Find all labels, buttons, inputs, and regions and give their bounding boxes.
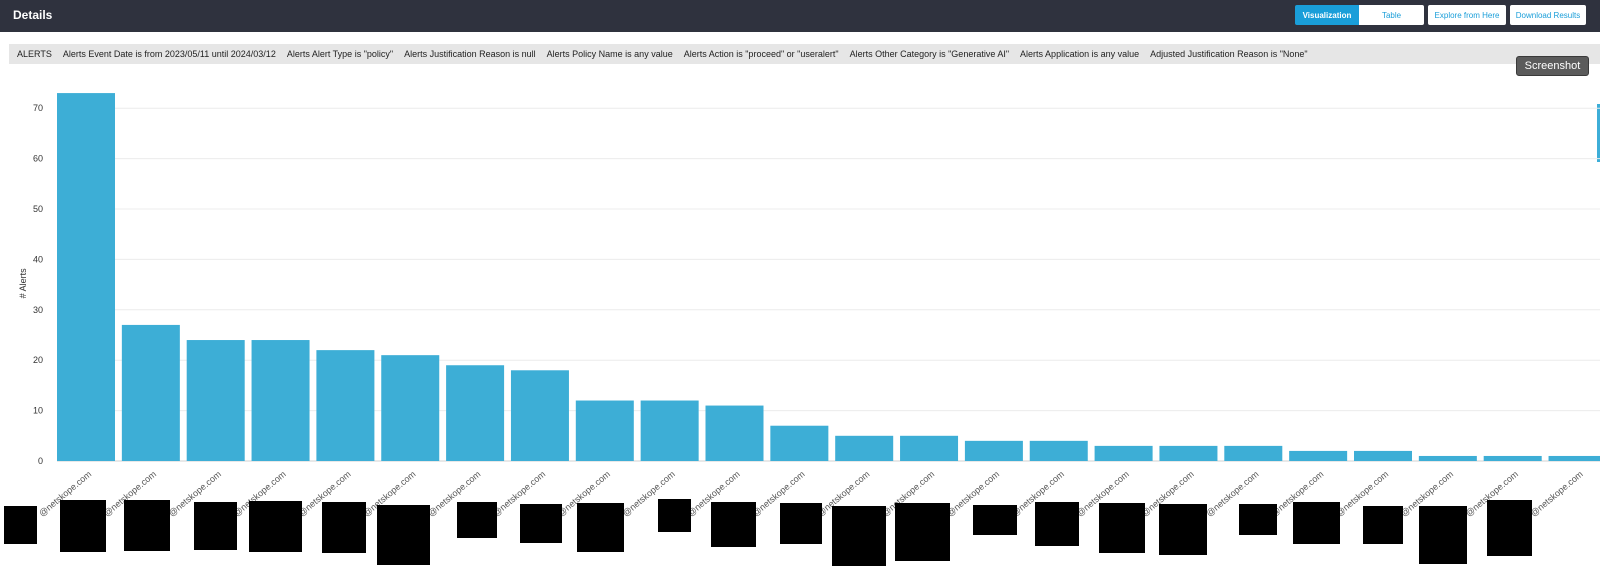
filter-application: Alerts Application is any value — [1020, 49, 1140, 59]
visualization-tab-button[interactable]: Visualization — [1295, 5, 1359, 25]
bar[interactable] — [1094, 445, 1153, 461]
redaction-block — [1159, 504, 1207, 555]
bar[interactable] — [964, 440, 1023, 461]
redaction-block — [1035, 502, 1079, 546]
bar[interactable] — [446, 365, 505, 461]
redaction-block — [124, 500, 170, 551]
y-tick-label: 40 — [33, 254, 43, 264]
download-results-button[interactable]: Download Results — [1510, 5, 1586, 25]
redaction-block — [60, 500, 106, 552]
y-tick-label: 0 — [38, 456, 43, 466]
bar[interactable] — [121, 324, 180, 461]
redaction-block — [711, 502, 756, 547]
redaction-block — [973, 505, 1017, 535]
y-tick-label: 10 — [33, 406, 43, 416]
header-bar: Details Visualization Table Explore from… — [0, 0, 1600, 32]
redaction-block — [658, 499, 691, 532]
bar[interactable] — [1159, 445, 1218, 461]
redaction-block — [577, 503, 624, 552]
bar[interactable] — [900, 435, 959, 461]
filter-event-date: Alerts Event Date is from 2023/05/11 unt… — [62, 49, 276, 59]
redaction-block — [4, 506, 37, 544]
bar[interactable] — [316, 350, 375, 461]
bar[interactable] — [510, 370, 569, 461]
bar[interactable] — [575, 400, 634, 461]
filter-summary-bar: ALERTS Alerts Event Date is from 2023/05… — [9, 44, 1600, 64]
redaction-block — [1419, 506, 1467, 564]
page-title: Details — [13, 8, 53, 22]
bar[interactable] — [381, 355, 440, 461]
y-tick-label: 70 — [33, 103, 43, 113]
bar[interactable] — [251, 340, 310, 461]
filter-justification-reason: Alerts Justification Reason is null — [404, 49, 536, 59]
bar[interactable] — [1289, 450, 1348, 461]
bar[interactable] — [1483, 455, 1542, 461]
redaction-block — [1239, 504, 1277, 535]
bar[interactable] — [186, 340, 245, 461]
bar-chart: 010203040506070 # Alerts @netskope.com @n… — [4, 93, 1600, 566]
chart-bars — [57, 93, 1600, 461]
y-axis-ticks: 0 10 20 30 40 50 60 70 — [33, 103, 43, 466]
bar[interactable] — [835, 435, 894, 461]
bar[interactable] — [1548, 455, 1600, 461]
bar[interactable] — [1354, 450, 1412, 461]
filter-action: Alerts Action is "proceed" or "useralert… — [683, 49, 839, 59]
bar[interactable] — [1224, 445, 1283, 461]
redaction-block — [832, 506, 886, 566]
redaction-block — [249, 501, 302, 552]
redaction-blocks — [4, 499, 1532, 566]
redaction-block — [895, 503, 950, 561]
redaction-block — [457, 502, 497, 538]
y-tick-label: 20 — [33, 355, 43, 365]
bar[interactable] — [770, 425, 829, 461]
redaction-block — [1293, 502, 1340, 544]
y-axis-label: # Alerts — [18, 268, 28, 299]
bar[interactable] — [1418, 455, 1477, 461]
filter-alert-type: Alerts Alert Type is "policy" — [286, 49, 394, 59]
bar[interactable] — [57, 93, 115, 461]
redaction-block — [780, 503, 822, 544]
x-tick-label: @netskope.com — [1528, 469, 1584, 519]
y-tick-label: 30 — [33, 305, 43, 315]
filter-adjusted-justification: Adjusted Justification Reason is "None" — [1150, 49, 1308, 59]
explore-from-here-button[interactable]: Explore from Here — [1428, 5, 1506, 25]
redaction-block — [1099, 503, 1145, 553]
redaction-block — [322, 502, 366, 553]
redaction-block — [520, 504, 562, 543]
y-tick-label: 60 — [33, 154, 43, 164]
filter-policy-name: Alerts Policy Name is any value — [546, 49, 673, 59]
y-tick-label: 50 — [33, 204, 43, 214]
filter-explore-name: ALERTS — [17, 49, 52, 59]
redaction-block — [194, 502, 237, 550]
bar[interactable] — [640, 400, 699, 461]
redaction-block — [377, 505, 430, 565]
bar[interactable] — [705, 405, 764, 461]
bar[interactable] — [1029, 440, 1088, 461]
table-tab-button[interactable]: Table — [1359, 5, 1424, 25]
redaction-block — [1363, 506, 1403, 544]
redaction-block — [1487, 500, 1532, 556]
filter-other-category: Alerts Other Category is "Generative AI" — [849, 49, 1010, 59]
